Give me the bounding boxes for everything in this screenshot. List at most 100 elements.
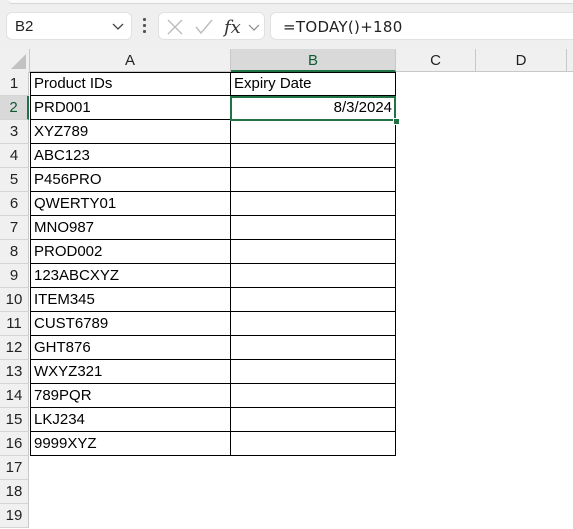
cell-a11[interactable]: CUST6789 (31, 312, 231, 336)
row-header-1[interactable]: 1 (0, 72, 29, 96)
cell-a6[interactable]: QWERTY01 (31, 192, 231, 216)
cell-c4[interactable] (396, 144, 476, 168)
cell-b6[interactable] (231, 192, 396, 216)
name-box[interactable]: B2 (6, 12, 132, 40)
cell-a5[interactable]: P456PRO (31, 168, 231, 192)
cell-b12[interactable] (231, 336, 396, 360)
cell-d2[interactable] (476, 96, 567, 120)
cell-c5[interactable] (396, 168, 476, 192)
row-header-9[interactable]: 9 (0, 264, 29, 288)
cell-a17[interactable] (31, 456, 231, 480)
cell-c8[interactable] (396, 240, 476, 264)
check-icon[interactable] (194, 18, 214, 36)
cell-c12[interactable] (396, 336, 476, 360)
cell-a19[interactable] (31, 504, 231, 528)
row-header-15[interactable]: 15 (0, 408, 29, 432)
cell-a7[interactable]: MNO987 (31, 216, 231, 240)
cell-d18[interactable] (476, 480, 567, 504)
cell-c15[interactable] (396, 408, 476, 432)
cell-a8[interactable]: PROD002 (31, 240, 231, 264)
cell-b14[interactable] (231, 384, 396, 408)
cell-a9[interactable]: 123ABCXYZ (31, 264, 231, 288)
cell-d1[interactable] (476, 72, 567, 96)
fx-icon[interactable]: fx (223, 16, 245, 38)
cell-d9[interactable] (476, 264, 567, 288)
cell-a18[interactable] (31, 480, 231, 504)
cell-b11[interactable] (231, 312, 396, 336)
cell-d5[interactable] (476, 168, 567, 192)
cell-d16[interactable] (476, 432, 567, 456)
chevron-down-icon[interactable] (248, 21, 260, 33)
cell-d19[interactable] (476, 504, 567, 528)
row-header-4[interactable]: 4 (0, 144, 29, 168)
cell-b10[interactable] (231, 288, 396, 312)
cell-b19[interactable] (231, 504, 396, 528)
row-header-7[interactable]: 7 (0, 216, 29, 240)
cell-c3[interactable] (396, 120, 476, 144)
row-header-17[interactable]: 17 (0, 456, 29, 480)
row-header-5[interactable]: 5 (0, 168, 29, 192)
cell-b16[interactable] (231, 432, 396, 456)
cell-c14[interactable] (396, 384, 476, 408)
row-header-13[interactable]: 13 (0, 360, 29, 384)
column-header-b[interactable]: B (231, 49, 396, 72)
cell-b3[interactable] (231, 120, 396, 144)
cell-d11[interactable] (476, 312, 567, 336)
cell-c17[interactable] (396, 456, 476, 480)
cell-d14[interactable] (476, 384, 567, 408)
select-all-button[interactable] (0, 49, 30, 73)
cell-c18[interactable] (396, 480, 476, 504)
row-header-6[interactable]: 6 (0, 192, 29, 216)
cell-c19[interactable] (396, 504, 476, 528)
row-header-11[interactable]: 11 (0, 312, 29, 336)
cell-c13[interactable] (396, 360, 476, 384)
row-header-12[interactable]: 12 (0, 336, 29, 360)
cell-b1[interactable]: Expiry Date (231, 72, 396, 96)
cell-c9[interactable] (396, 264, 476, 288)
cell-b4[interactable] (231, 144, 396, 168)
cell-d12[interactable] (476, 336, 567, 360)
cell-d17[interactable] (476, 456, 567, 480)
more-options-icon[interactable] (143, 18, 147, 34)
cell-d6[interactable] (476, 192, 567, 216)
cell-d10[interactable] (476, 288, 567, 312)
cell-c10[interactable] (396, 288, 476, 312)
cell-a1[interactable]: Product IDs (31, 72, 231, 96)
cell-a3[interactable]: XYZ789 (31, 120, 231, 144)
cell-d3[interactable] (476, 120, 567, 144)
cell-c16[interactable] (396, 432, 476, 456)
close-icon[interactable] (166, 18, 184, 36)
cell-d7[interactable] (476, 216, 567, 240)
row-header-18[interactable]: 18 (0, 480, 29, 504)
cell-c2[interactable] (396, 96, 476, 120)
row-header-2[interactable]: 2 (0, 96, 29, 120)
cell-b9[interactable] (231, 264, 396, 288)
cell-b18[interactable] (231, 480, 396, 504)
cell-a10[interactable]: ITEM345 (31, 288, 231, 312)
cell-b5[interactable] (231, 168, 396, 192)
column-header-a[interactable]: A (30, 49, 231, 72)
row-header-19[interactable]: 19 (0, 504, 29, 528)
column-header-e[interactable] (567, 49, 573, 72)
cell-b7[interactable] (231, 216, 396, 240)
formula-input[interactable]: =TODAY()+180 (270, 12, 573, 40)
row-header-3[interactable]: 3 (0, 120, 29, 144)
chevron-down-icon[interactable] (111, 19, 125, 33)
cell-a4[interactable]: ABC123 (31, 144, 231, 168)
cell-c11[interactable] (396, 312, 476, 336)
cell-a13[interactable]: WXYZ321 (31, 360, 231, 384)
cell-c6[interactable] (396, 192, 476, 216)
column-header-d[interactable]: D (476, 49, 567, 72)
cell-a2[interactable]: PRD001 (31, 96, 231, 120)
cell-a14[interactable]: 789PQR (31, 384, 231, 408)
cell-b8[interactable] (231, 240, 396, 264)
cell-b15[interactable] (231, 408, 396, 432)
cell-b2[interactable]: 8/3/2024 (231, 96, 396, 120)
cell-a15[interactable]: LKJ234 (31, 408, 231, 432)
cell-b13[interactable] (231, 360, 396, 384)
cell-d13[interactable] (476, 360, 567, 384)
row-header-8[interactable]: 8 (0, 240, 29, 264)
cell-a16[interactable]: 9999XYZ (31, 432, 231, 456)
column-header-c[interactable]: C (396, 49, 476, 72)
row-header-16[interactable]: 16 (0, 432, 29, 456)
